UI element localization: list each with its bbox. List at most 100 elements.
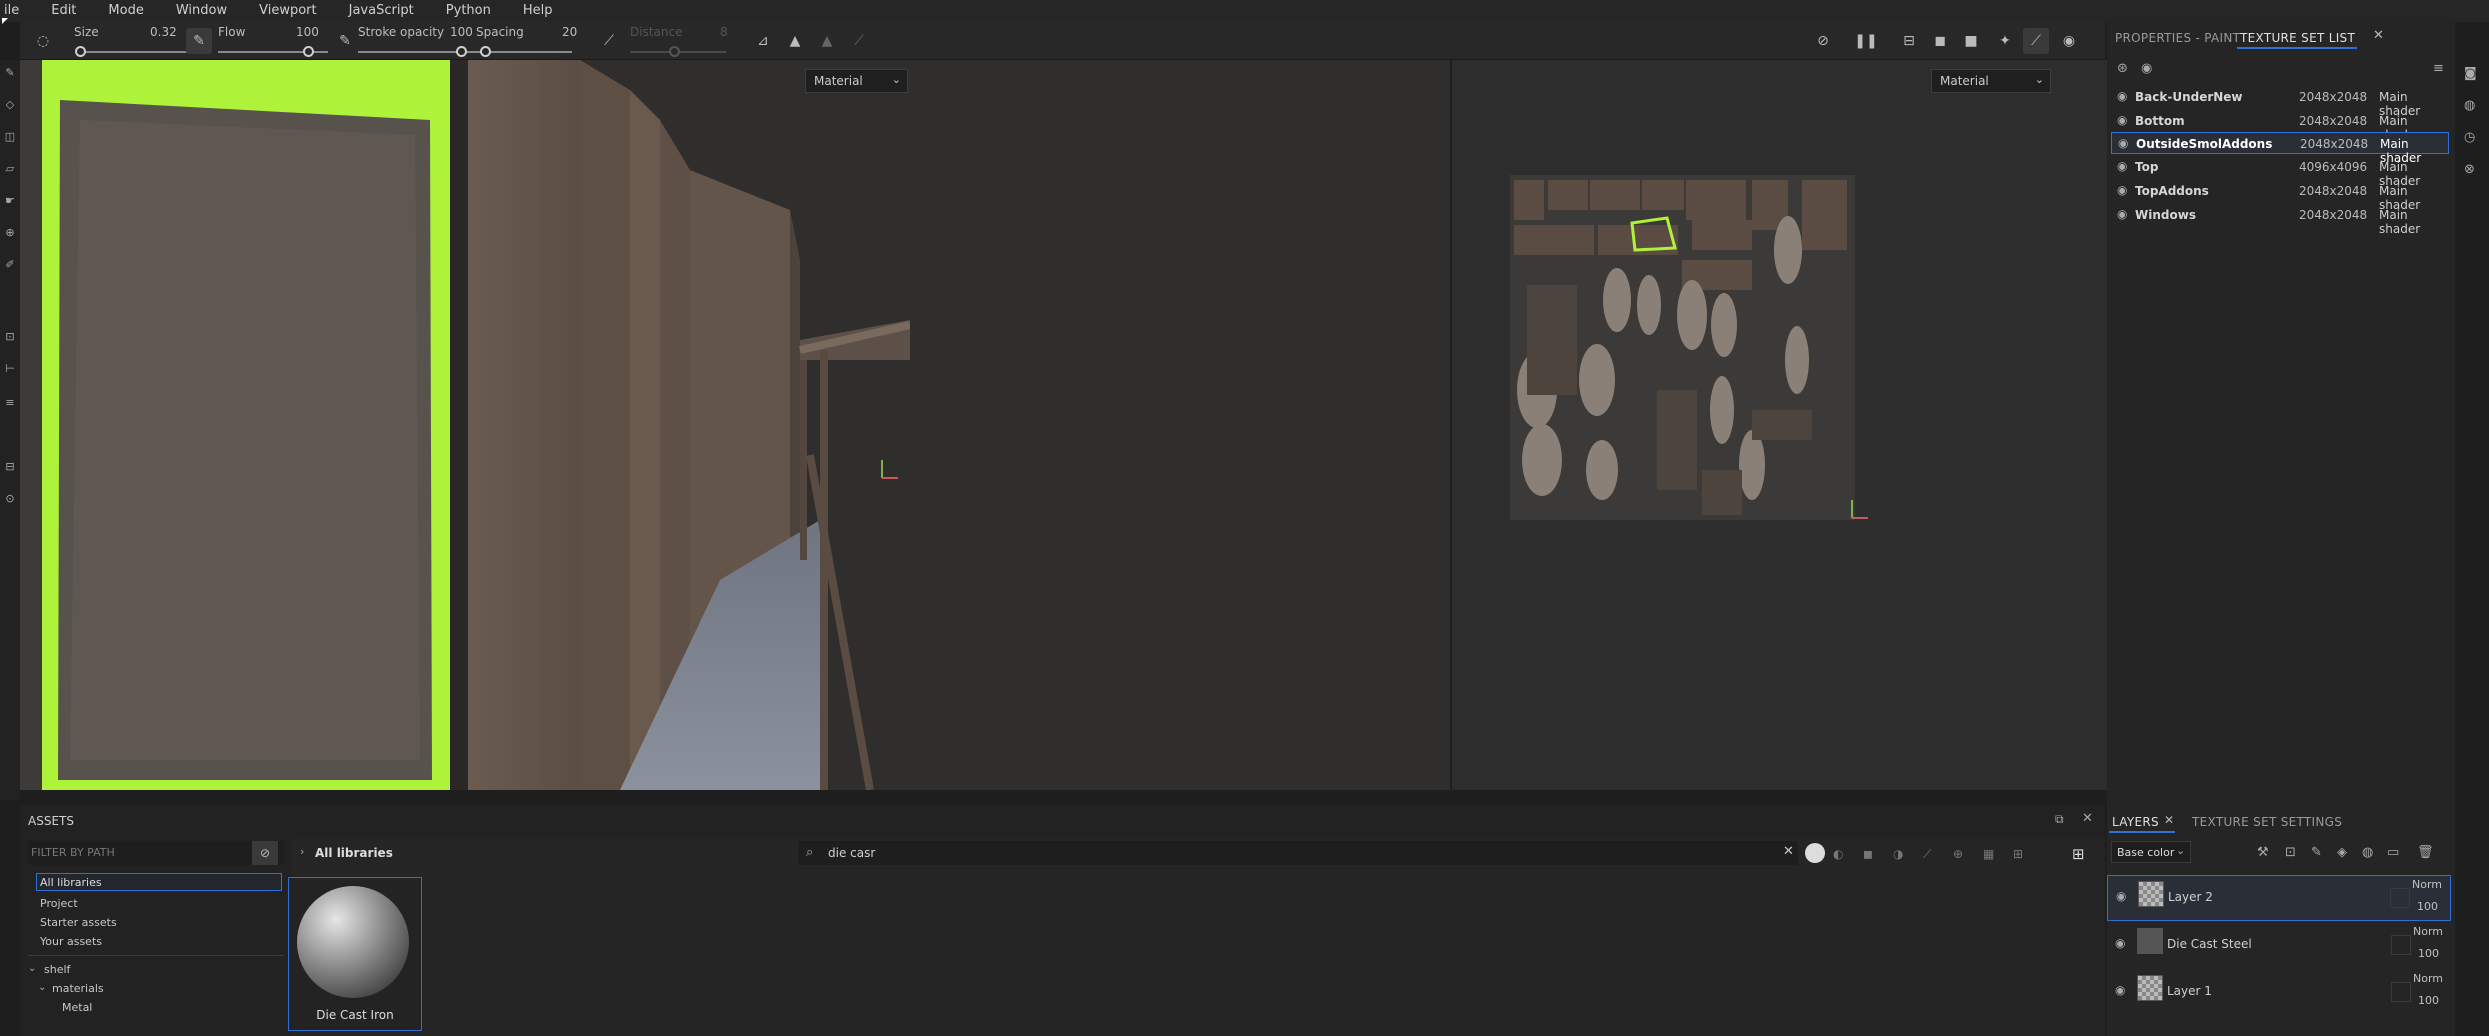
picker-tool-icon[interactable]: ✐ — [3, 258, 17, 272]
polygon-fill-icon[interactable]: ▱ — [3, 162, 17, 176]
visibility-eye-icon[interactable]: ◉ — [2117, 183, 2127, 197]
panel-menu-icon[interactable]: ≡ — [2433, 61, 2444, 76]
clone-tool-icon[interactable]: ⊕ — [3, 226, 17, 240]
layer-opacity[interactable]: 100 — [2418, 947, 2439, 960]
filter-particles-icon[interactable]: ⊕ — [1953, 847, 1963, 861]
maximize-icon[interactable]: ⧉ — [2055, 812, 2064, 827]
close-icon[interactable]: ✕ — [2082, 811, 2093, 826]
add-effect-icon[interactable]: ⚒ — [2257, 845, 2269, 860]
menu-mode[interactable]: Mode — [92, 0, 159, 22]
filter-presets-icon[interactable]: ⊞ — [2013, 847, 2023, 861]
spacing-slider[interactable] — [480, 51, 572, 53]
tab-layers[interactable]: LAYERS — [2112, 815, 2159, 829]
visibility-eye-icon[interactable]: ◉ — [2116, 889, 2126, 903]
close-tab-icon[interactable]: ✕ — [2164, 813, 2174, 827]
filter-by-path-input[interactable]: FILTER BY PATH — [28, 841, 284, 865]
visibility-eye-icon[interactable]: ◉ — [2115, 936, 2125, 950]
chevron-down-icon[interactable]: ⌄ — [28, 963, 36, 974]
asset-search-input[interactable]: ⌕ die casr ✕ — [798, 841, 1798, 865]
layer-mask-slot[interactable] — [2391, 935, 2411, 955]
delete-layer-icon[interactable]: 🗑 — [2417, 845, 2434, 860]
history-icon[interactable]: ◷ — [2464, 130, 2475, 145]
display-settings-icon[interactable]: ◍ — [2464, 98, 2475, 113]
menu-edit[interactable]: Edit — [35, 0, 92, 22]
layer-mask-slot[interactable] — [2390, 888, 2410, 908]
layer-item[interactable]: ◉ Die Cast Steel Norm 100 — [2107, 923, 2451, 969]
camera-icon[interactable]: ■ — [1958, 28, 1984, 54]
texture-set-row[interactable]: ◉ Back-UnderNew 2048x2048 Main shader — [2111, 86, 2449, 118]
brush-mode-icon[interactable]: ⟋ — [2023, 28, 2049, 54]
chevron-right-icon[interactable]: › — [300, 845, 304, 858]
blend-mode[interactable]: Norm — [2412, 878, 2442, 891]
blend-mode[interactable]: Norm — [2413, 972, 2443, 985]
flow-slider-handle[interactable] — [303, 46, 314, 57]
shader-settings-icon[interactable]: ⊗ — [2464, 162, 2475, 177]
settings-tool-icon[interactable]: ⊙ — [3, 492, 17, 506]
blend-mode[interactable]: Norm — [2413, 925, 2443, 938]
filter-materials-icon[interactable] — [1805, 843, 1825, 863]
symmetry-icon[interactable]: ⊿ — [750, 28, 776, 54]
layer-opacity[interactable]: 100 — [2418, 994, 2439, 1007]
viewport-3d[interactable]: Material ⌄ — [20, 60, 1450, 790]
visibility-eye-icon[interactable]: ◉ — [2117, 159, 2127, 173]
chevron-down-icon[interactable]: ⌄ — [38, 982, 46, 993]
hide-all-icon[interactable]: ⊛ — [2117, 61, 2128, 76]
clear-search-icon[interactable]: ✕ — [1783, 844, 1794, 859]
distance-value[interactable]: 8 — [720, 25, 728, 39]
tree-item-metal[interactable]: Metal — [62, 1001, 92, 1014]
layer-item-selected[interactable]: ◉ Layer 2 Norm 100 — [2107, 875, 2451, 921]
add-fill-layer-icon[interactable]: ◈ — [2337, 845, 2347, 860]
layer-item[interactable]: ◉ Layer 1 Norm 100 — [2107, 970, 2451, 1016]
viewport-3d-mode-dropdown[interactable]: Material ⌄ — [805, 69, 908, 93]
visibility-eye-icon[interactable]: ◉ — [2118, 136, 2128, 150]
viewport-2d-mode-dropdown[interactable]: Material ⌄ — [1931, 69, 2051, 93]
measure-tool-icon[interactable]: ⊢ — [3, 362, 17, 376]
channel-dropdown[interactable]: Base color ⌄ — [2111, 841, 2191, 863]
menu-help[interactable]: Help — [507, 0, 569, 22]
hide-icon[interactable]: ⊘ — [1810, 28, 1836, 54]
menu-javascript[interactable]: JavaScript — [333, 0, 430, 22]
tab-properties-paint[interactable]: PROPERTIES - PAINT — [2115, 31, 2240, 45]
filter-environments-icon[interactable]: ▦ — [1983, 847, 1994, 861]
pause-icon[interactable]: ❚❚ — [1853, 28, 1879, 54]
tree-item-shelf[interactable]: shelf — [44, 963, 70, 976]
library-item-your-assets[interactable]: Your assets — [40, 935, 102, 948]
show-all-icon[interactable]: ◉ — [2141, 61, 2152, 76]
paint-tool-icon[interactable]: ✎ — [3, 66, 17, 80]
lighting-icon[interactable]: ✦ — [1992, 28, 2018, 54]
menu-viewport[interactable]: Viewport — [243, 0, 333, 22]
camera-settings-icon[interactable]: ◙ — [2464, 66, 2477, 81]
cube-icon[interactable]: ◼ — [1927, 28, 1953, 54]
geometry-mask-icon[interactable]: ≡ — [3, 396, 17, 410]
filter-smart-materials-icon[interactable]: ◐ — [1833, 847, 1843, 861]
add-mask-icon[interactable]: ⊡ — [2285, 845, 2296, 860]
spacing-value[interactable]: 20 — [562, 25, 577, 39]
smudge-tool-icon[interactable]: ☛ — [3, 194, 17, 208]
filter-brushes-icon[interactable]: ⟋ — [1923, 847, 1931, 862]
add-folder-icon[interactable]: ▭ — [2387, 845, 2399, 860]
texture-set-row[interactable]: ◉ Bottom 2048x2048 Main shader — [2111, 110, 2449, 142]
library-item-selected[interactable]: All libraries — [36, 873, 282, 891]
spacing-slider-handle[interactable] — [480, 46, 491, 57]
tab-texture-set-list[interactable]: TEXTURE SET LIST — [2240, 31, 2355, 45]
lazy-mouse-icon[interactable]: ⟋ — [596, 28, 622, 54]
texture-set-row[interactable]: ◉ Windows 2048x2048 Main shader — [2111, 204, 2449, 236]
size-slider-handle[interactable] — [75, 46, 86, 57]
texture-set-row-selected[interactable]: ◉ OutsideSmolAddons 2048x2048 Main shade… — [2111, 132, 2449, 165]
breadcrumb[interactable]: All libraries — [315, 846, 393, 860]
export-icon[interactable]: ⊟ — [3, 460, 17, 474]
layer-opacity[interactable]: 100 — [2417, 900, 2438, 913]
add-paint-layer-icon[interactable]: ✎ — [2311, 845, 2322, 860]
texture-set-row[interactable]: ◉ TopAddons 2048x2048 Main shader — [2111, 180, 2449, 212]
stroke-opacity-value[interactable]: 100 — [450, 25, 473, 39]
size-slider[interactable] — [76, 51, 198, 53]
view-mode-icon[interactable]: ⊟ — [1896, 28, 1922, 54]
stroke-opacity-handle[interactable] — [456, 46, 467, 57]
mirror-z-icon[interactable]: ⟋ — [846, 28, 872, 54]
projection-tool-icon[interactable]: ◫ — [3, 130, 17, 144]
hide-filter-icon[interactable]: ⊘ — [252, 841, 278, 865]
menu-window[interactable]: Window — [160, 0, 243, 22]
brush-shape-icon[interactable]: ◌ — [30, 28, 56, 54]
visibility-eye-icon[interactable]: ◉ — [2117, 113, 2127, 127]
visibility-eye-icon[interactable]: ◉ — [2117, 207, 2127, 221]
